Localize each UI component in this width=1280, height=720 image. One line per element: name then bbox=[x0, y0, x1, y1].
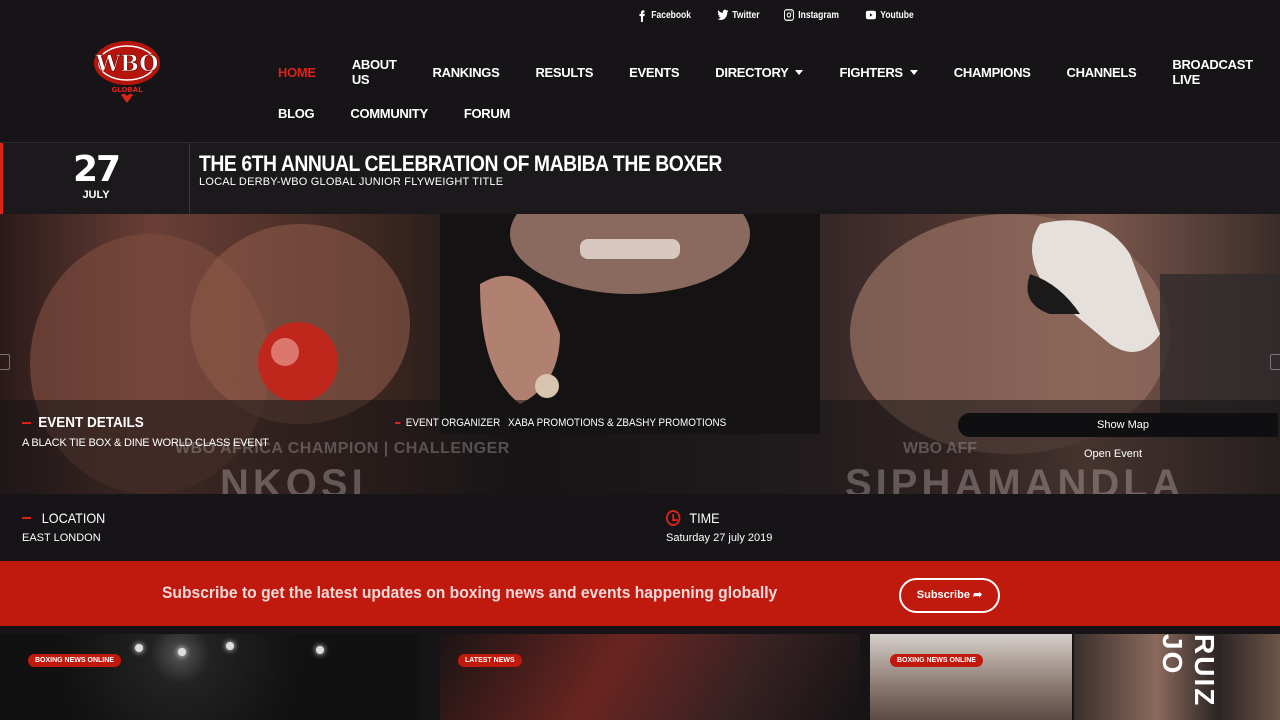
event-organizer-label: EVENT ORGANIZER bbox=[395, 417, 500, 429]
main-nav: HOME ABOUT US RANKINGS RESULTS EVENTS DI… bbox=[278, 57, 1253, 125]
organizer-icon bbox=[395, 422, 401, 424]
youtube-icon bbox=[865, 10, 876, 20]
hero-prev-arrow[interactable] bbox=[0, 354, 10, 370]
time-label: TIME bbox=[666, 510, 720, 526]
facebook-icon bbox=[639, 10, 645, 22]
event-month: JULY bbox=[82, 189, 110, 201]
event-date: 27 JULY bbox=[0, 143, 190, 214]
nav-broadcast-live[interactable]: BROADCAST LIVE bbox=[1172, 57, 1253, 87]
event-organizer-value: XABA PROMOTIONS & ZBASHY PROMOTIONS bbox=[508, 417, 727, 429]
nav-directory[interactable]: DIRECTORY bbox=[715, 65, 804, 80]
light-dot bbox=[226, 642, 234, 650]
youtube-link[interactable]: Youtube bbox=[865, 8, 914, 22]
nav-row-1: HOME ABOUT US RANKINGS RESULTS EVENTS DI… bbox=[278, 57, 1253, 87]
twitter-label: Twitter bbox=[731, 9, 760, 21]
subscribe-text: Subscribe to get the latest updates on b… bbox=[162, 583, 778, 602]
nav-champions[interactable]: CHAMPIONS bbox=[954, 65, 1031, 80]
location-time-row: LOCATION EAST LONDON TIME Saturday 27 ju… bbox=[0, 494, 1280, 561]
chevron-down-icon bbox=[909, 69, 918, 75]
youtube-label: Youtube bbox=[879, 9, 914, 21]
news-card-2[interactable]: LATEST NEWS bbox=[440, 634, 860, 720]
instagram-icon bbox=[783, 9, 794, 21]
location-label: LOCATION bbox=[22, 510, 105, 526]
twitter-link[interactable]: Twitter bbox=[717, 8, 760, 22]
location-pin-icon bbox=[22, 517, 31, 519]
nav-events[interactable]: EVENTS bbox=[629, 65, 680, 80]
clock-icon bbox=[666, 510, 681, 526]
nav-row-2: BLOG COMMUNITY FORUM bbox=[278, 101, 1228, 125]
card-overlay-text: RUIZ JO bbox=[1157, 634, 1220, 708]
wbo-global-logo[interactable]: WBO GLOBAL bbox=[90, 36, 164, 106]
chevron-down-icon bbox=[795, 69, 804, 75]
instagram-label: Instagram bbox=[798, 9, 839, 21]
event-header: 27 JULY THE 6TH ANNUAL CELEBRATION OF MA… bbox=[0, 142, 1280, 214]
instagram-link[interactable]: Instagram bbox=[783, 8, 839, 22]
light-dot bbox=[178, 648, 186, 656]
facebook-link[interactable]: Facebook bbox=[636, 8, 691, 22]
nav-blog[interactable]: BLOG bbox=[278, 106, 315, 121]
nav-rankings[interactable]: RANKINGS bbox=[433, 65, 500, 80]
social-links: Facebook Twitter Instagram Youtube bbox=[636, 8, 922, 22]
card-badge[interactable]: BOXING NEWS ONLINE bbox=[890, 654, 983, 667]
event-subtitle: LOCAL DERBY-WBO GLOBAL JUNIOR FLYWEIGHT … bbox=[199, 176, 504, 188]
nav-results[interactable]: RESULTS bbox=[535, 65, 593, 80]
show-map-button[interactable]: Show Map bbox=[958, 413, 1278, 437]
light-dot bbox=[316, 646, 324, 654]
event-title[interactable]: THE 6TH ANNUAL CELEBRATION OF MABIBA THE… bbox=[199, 151, 722, 177]
share-arrow-icon: ➦ bbox=[973, 589, 983, 601]
open-event-button[interactable]: Open Event bbox=[958, 443, 1268, 465]
nav-fighters[interactable]: FIGHTERS bbox=[839, 65, 918, 80]
twitter-icon bbox=[717, 9, 729, 21]
card-badge[interactable]: LATEST NEWS bbox=[458, 654, 522, 667]
facebook-label: Facebook bbox=[651, 9, 691, 21]
card-badge[interactable]: BOXING NEWS ONLINE bbox=[28, 654, 121, 667]
nav-home[interactable]: HOME bbox=[278, 65, 316, 80]
nav-forum[interactable]: FORUM bbox=[464, 106, 510, 121]
details-icon bbox=[22, 421, 31, 424]
nav-channels[interactable]: CHANNELS bbox=[1067, 65, 1137, 80]
subscribe-banner: Subscribe to get the latest updates on b… bbox=[0, 561, 1280, 626]
time-value: Saturday 27 july 2019 bbox=[666, 532, 773, 544]
event-day: 27 bbox=[72, 149, 121, 190]
light-dot bbox=[135, 644, 143, 652]
hero-next-arrow[interactable] bbox=[1270, 354, 1280, 370]
event-details-heading: EVENT DETAILS bbox=[22, 414, 144, 431]
news-card-3[interactable]: BOXING NEWS ONLINE bbox=[870, 634, 1072, 720]
location-value: EAST LONDON bbox=[22, 532, 101, 544]
logo-text: WBO bbox=[95, 51, 159, 77]
logo-subtext: GLOBAL bbox=[111, 86, 143, 94]
event-details-description: A BLACK TIE BOX & DINE WORLD CLASS EVENT bbox=[22, 437, 269, 449]
news-card-1[interactable]: BOXING NEWS ONLINE bbox=[0, 634, 420, 720]
subscribe-button[interactable]: Subscribe ➦ bbox=[899, 578, 1000, 613]
news-cards: BOXING NEWS ONLINE LATEST NEWS BOXING NE… bbox=[0, 626, 1280, 720]
nav-community[interactable]: COMMUNITY bbox=[350, 106, 428, 121]
nav-about-us[interactable]: ABOUT US bbox=[352, 57, 397, 87]
